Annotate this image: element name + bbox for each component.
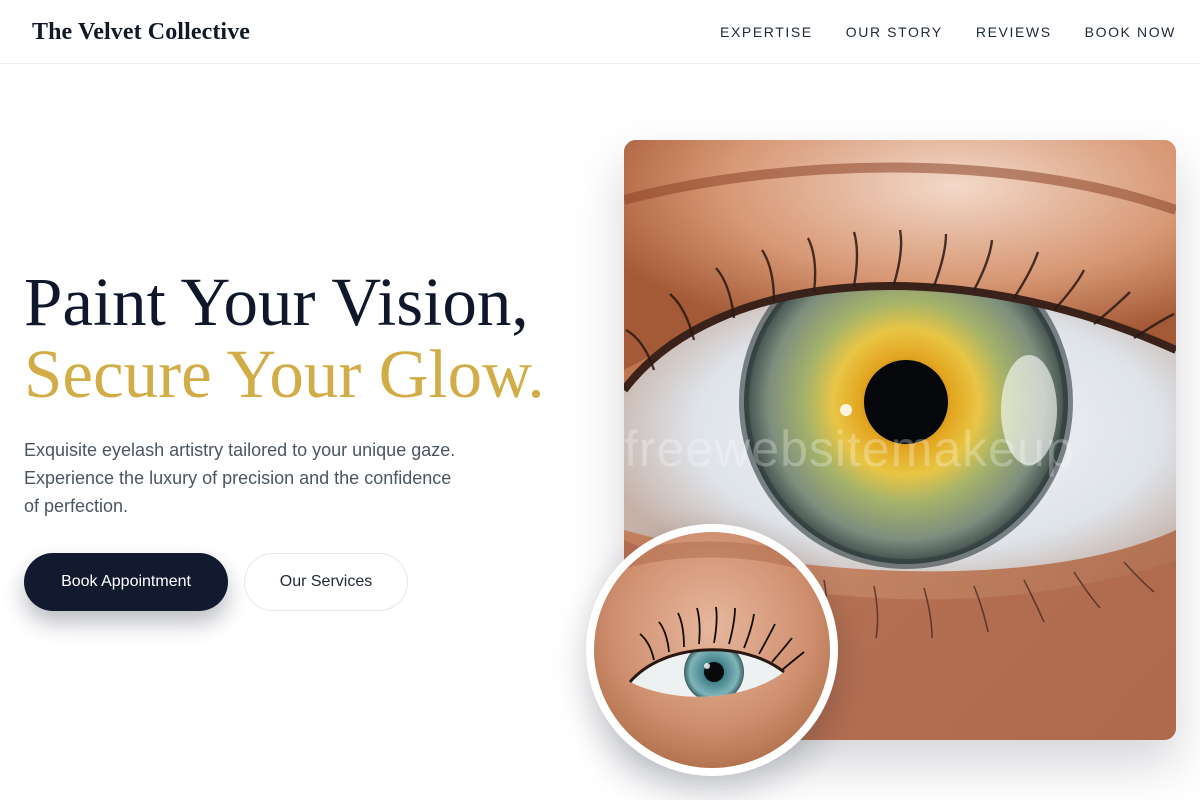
hero-title-line2: Secure Your Glow.	[24, 336, 545, 412]
main-nav: EXPERTISE OUR STORY REVIEWS BOOK NOW	[687, 0, 1176, 64]
nav-our-story[interactable]: OUR STORY	[846, 24, 943, 40]
nav-expertise[interactable]: EXPERTISE	[720, 24, 813, 40]
lash-closeup-illustration	[594, 532, 830, 768]
nav-book-now[interactable]: BOOK NOW	[1085, 24, 1176, 40]
book-appointment-button[interactable]: Book Appointment	[24, 553, 228, 611]
brand-logo[interactable]: The Velvet Collective	[32, 16, 250, 48]
nav-reviews[interactable]: REVIEWS	[976, 24, 1052, 40]
hero-subtitle: Exquisite eyelash artistry tailored to y…	[24, 440, 456, 516]
inset-eye-photo	[586, 524, 838, 776]
hero-title: Paint Your Vision, Secure Your Glow.	[24, 266, 545, 410]
hero-title-line1: Paint Your Vision,	[24, 264, 529, 340]
site-header: The Velvet Collective EXPERTISE OUR STOR…	[0, 0, 1200, 64]
image-watermark: freewebsitemakeup	[624, 421, 1075, 477]
our-services-button[interactable]: Our Services	[244, 553, 408, 611]
